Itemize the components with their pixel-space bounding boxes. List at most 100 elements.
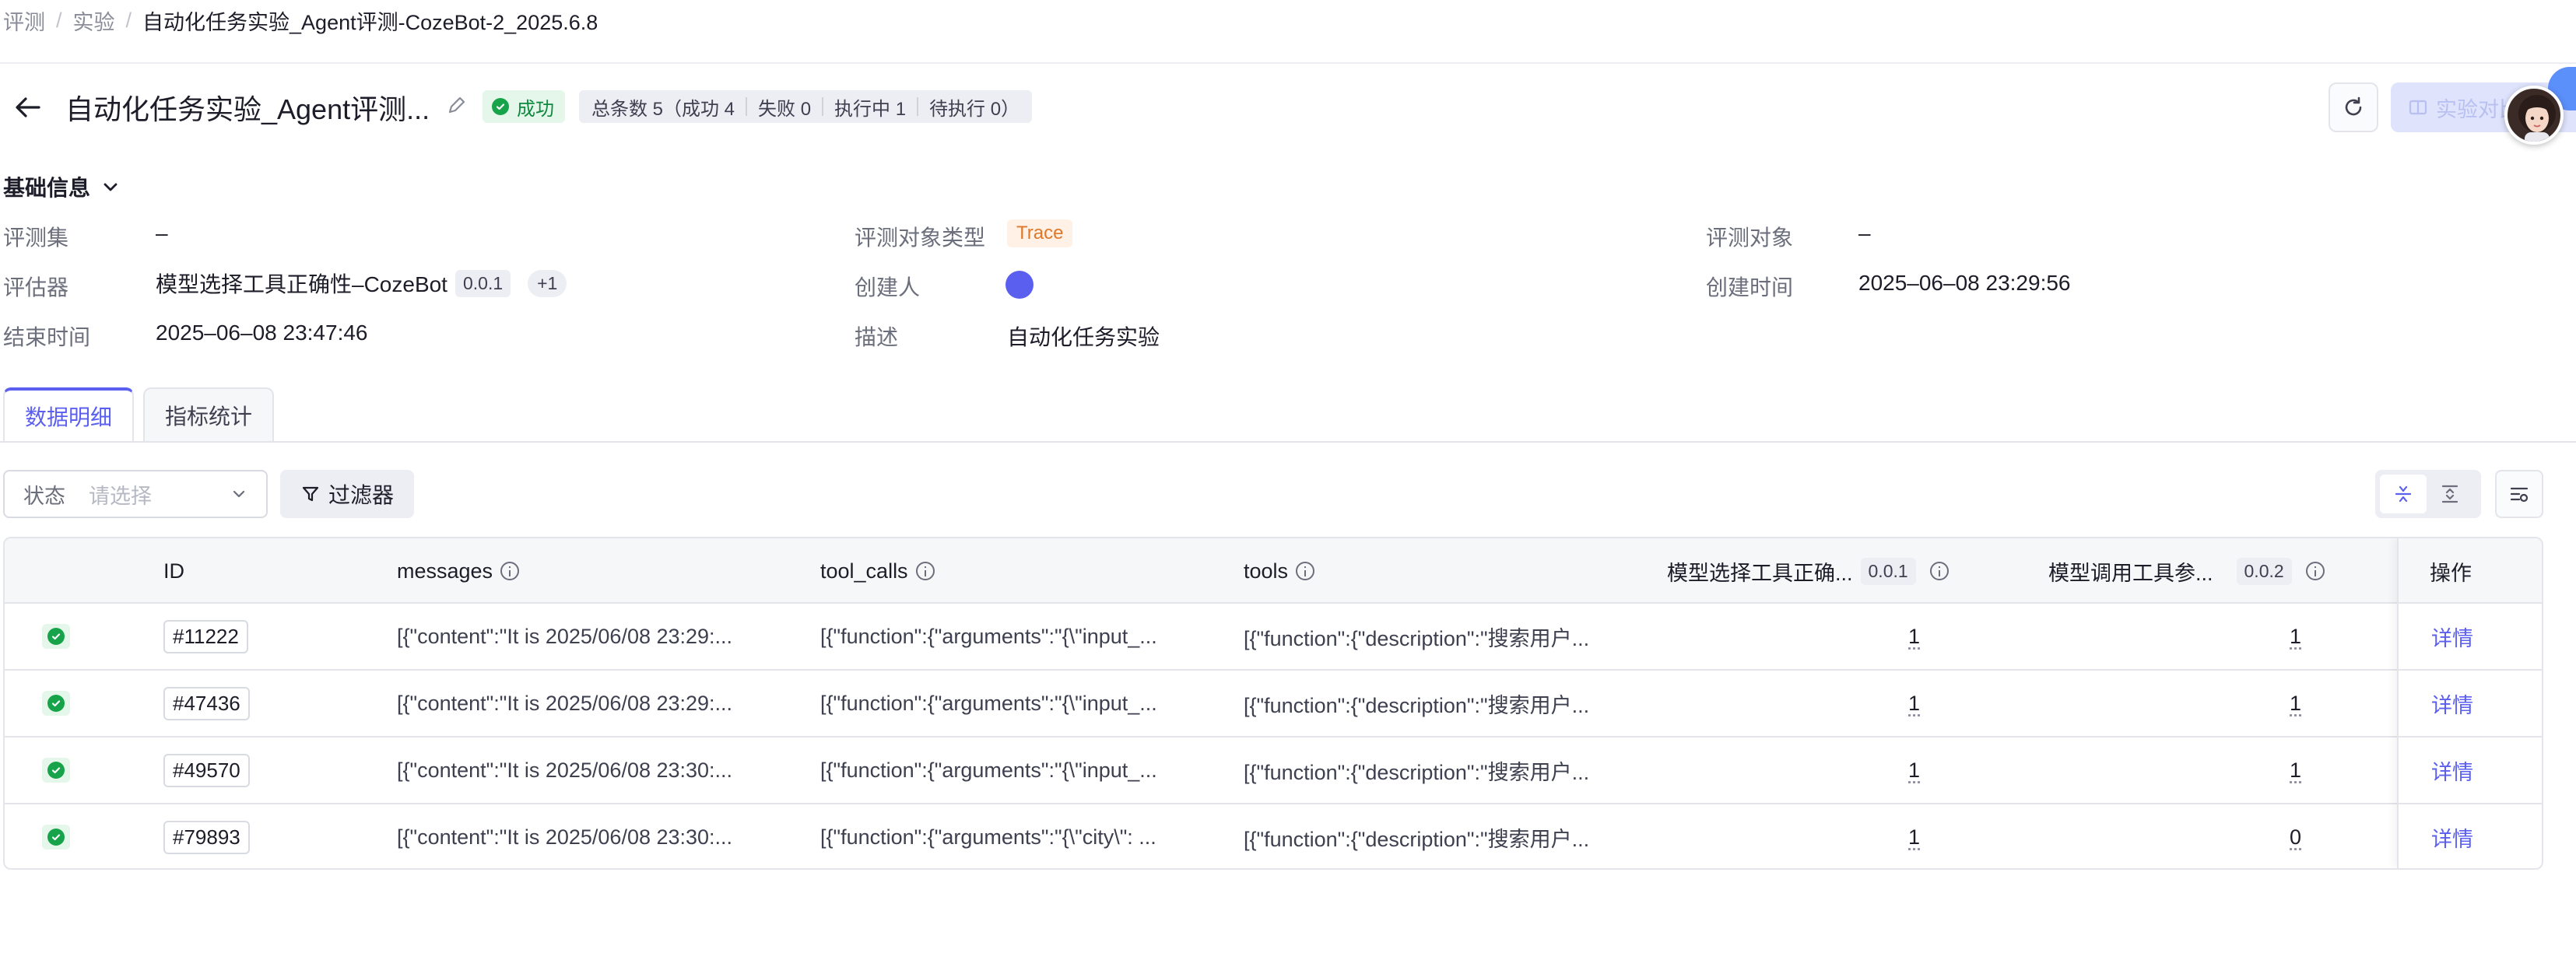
expand-view-icon[interactable]	[2427, 475, 2473, 513]
score-value[interactable]: 1	[1908, 692, 1920, 716]
stats-summary: 总条数 5（成功 4 失败 0 执行中 1 待执行 0）	[579, 90, 1032, 123]
stats-failed: 失败 0	[758, 93, 811, 121]
score-value[interactable]: 1	[2290, 692, 2301, 716]
cell-tools: [{"function":{"description":"搜索用户...	[1244, 604, 1617, 669]
column-settings-button[interactable]	[2495, 470, 2543, 518]
info-icon[interactable]	[1296, 562, 1314, 580]
chevron-down-icon	[230, 485, 247, 503]
breadcrumb-evaluation[interactable]: 评测	[3, 5, 45, 36]
breadcrumb-separator: /	[126, 9, 132, 33]
created-time-label: 创建时间	[1706, 271, 1793, 302]
filter-button-label: 过滤器	[328, 478, 394, 510]
row-id: #79893	[163, 804, 250, 870]
cell-tool-calls: [{"function":{"arguments":"{\"city\": ..…	[820, 804, 1194, 870]
data-table: ID messages tool_calls tools 模型选择工具正确...…	[3, 537, 2543, 870]
cell-score-evaluator-2: 1	[2290, 671, 2301, 736]
table-row[interactable]: #49570 [{"content":"It is 2025/06/08 23:…	[5, 738, 2542, 804]
column-header-messages: messages	[397, 538, 519, 604]
cell-score-evaluator-2: 1	[2290, 738, 2301, 803]
evaluator-value: 模型选择工具正确性–CozeBot 0.0.1 +1	[156, 268, 567, 299]
description-label: 描述	[855, 321, 898, 352]
table-row[interactable]: #79893 [{"content":"It is 2025/06/08 23:…	[5, 804, 2542, 870]
id-tag: #11222	[163, 620, 248, 653]
status-badge: 成功	[483, 90, 565, 123]
evaluator-version-tag: 0.0.1	[1861, 558, 1916, 585]
cell-tools: [{"function":{"description":"搜索用户...	[1244, 804, 1617, 870]
score-value[interactable]: 1	[1908, 625, 1920, 649]
column-header-label: tools	[1244, 559, 1288, 583]
table-row[interactable]: #47436 [{"content":"It is 2025/06/08 23:…	[5, 671, 2542, 738]
check-circle-icon	[47, 762, 65, 779]
score-value[interactable]: 1	[1908, 825, 1920, 850]
creator-label: 创建人	[855, 271, 920, 302]
target-value: –	[1858, 221, 1871, 246]
score-value[interactable]: 0	[2290, 825, 2301, 850]
page-title: 自动化任务实验_Agent评测...	[65, 87, 430, 128]
tabs-divider	[0, 441, 2576, 443]
compact-view-icon[interactable]	[2380, 475, 2427, 513]
info-icon[interactable]	[500, 562, 519, 580]
row-id: #47436	[163, 671, 250, 736]
cell-tools: [{"function":{"description":"搜索用户...	[1244, 671, 1617, 736]
cell-score-evaluator-1: 1	[1908, 738, 1920, 803]
column-header-actions: 操作	[2430, 538, 2472, 604]
description-value: 自动化任务实验	[1007, 321, 1160, 352]
row-status	[42, 671, 70, 736]
check-circle-icon	[47, 829, 65, 846]
breadcrumb: 评测 / 实验 / 自动化任务实验_Agent评测-CozeBot-2_2025…	[3, 5, 598, 36]
refresh-button[interactable]	[2329, 82, 2378, 132]
check-circle-icon	[492, 98, 509, 115]
cell-tool-calls: [{"function":{"arguments":"{\"input_...	[820, 604, 1194, 669]
check-circle-icon	[47, 628, 65, 645]
cell-tools: [{"function":{"description":"搜索用户...	[1244, 738, 1617, 803]
basic-info-title: 基础信息	[3, 171, 90, 202]
status-select[interactable]: 状态 请选择	[3, 470, 268, 518]
edit-icon[interactable]	[445, 95, 467, 117]
cell-score-evaluator-1: 1	[1908, 671, 1920, 736]
back-arrow-icon[interactable]	[12, 92, 44, 123]
divider	[917, 97, 918, 116]
status-success-badge	[42, 624, 70, 649]
score-value[interactable]: 1	[2290, 625, 2301, 649]
filter-button[interactable]: 过滤器	[280, 470, 414, 518]
end-time-label: 结束时间	[3, 321, 90, 352]
breadcrumb-current: 自动化任务实验_Agent评测-CozeBot-2_2025.6.8	[142, 5, 598, 36]
info-icon[interactable]	[2306, 562, 2325, 580]
end-time-value: 2025–06–08 23:47:46	[156, 321, 368, 345]
cell-score-evaluator-2: 1	[2290, 604, 2301, 669]
evaluator-more-tag[interactable]: +1	[528, 270, 567, 297]
cell-messages: [{"content":"It is 2025/06/08 23:29:...	[397, 604, 770, 669]
info-icon[interactable]	[916, 562, 935, 580]
column-header-label: 模型选择工具正确...	[1667, 556, 1853, 587]
tab-data-details[interactable]: 数据明细	[3, 387, 134, 442]
target-type-value: Trace	[1007, 219, 1072, 247]
status-select-label: 状态	[23, 479, 65, 510]
tab-metric-stats[interactable]: 指标统计	[143, 387, 274, 442]
status-success-badge	[42, 825, 70, 850]
cell-tool-calls: [{"function":{"arguments":"{\"input_...	[820, 671, 1194, 736]
row-id: #11222	[163, 604, 248, 669]
column-header-id: ID	[163, 538, 184, 604]
column-settings-icon	[2508, 483, 2530, 505]
score-value[interactable]: 1	[1908, 759, 1920, 783]
actions-column: 操作	[2397, 538, 2542, 868]
table-row[interactable]: #11222 [{"content":"It is 2025/06/08 23:…	[5, 604, 2542, 671]
evaluator-label: 评估器	[3, 271, 68, 302]
basic-info-toggle[interactable]: 基础信息	[3, 171, 120, 202]
cell-messages: [{"content":"It is 2025/06/08 23:29:...	[397, 671, 770, 736]
breadcrumb-experiments[interactable]: 实验	[73, 5, 115, 36]
id-tag: #79893	[163, 821, 250, 854]
score-value[interactable]: 1	[2290, 759, 2301, 783]
info-icon[interactable]	[1930, 562, 1949, 580]
avatar	[1005, 271, 1034, 299]
check-circle-icon	[47, 695, 65, 712]
column-header-tools: tools	[1244, 538, 1314, 604]
header-divider	[0, 62, 2576, 64]
assistant-avatar[interactable]	[2504, 86, 2564, 145]
eval-set-value: –	[156, 221, 168, 246]
column-header-tool-calls: tool_calls	[820, 538, 935, 604]
divider	[822, 97, 823, 116]
cell-messages: [{"content":"It is 2025/06/08 23:30:...	[397, 738, 770, 803]
chevron-down-icon	[101, 177, 120, 196]
id-tag: #47436	[163, 687, 250, 720]
